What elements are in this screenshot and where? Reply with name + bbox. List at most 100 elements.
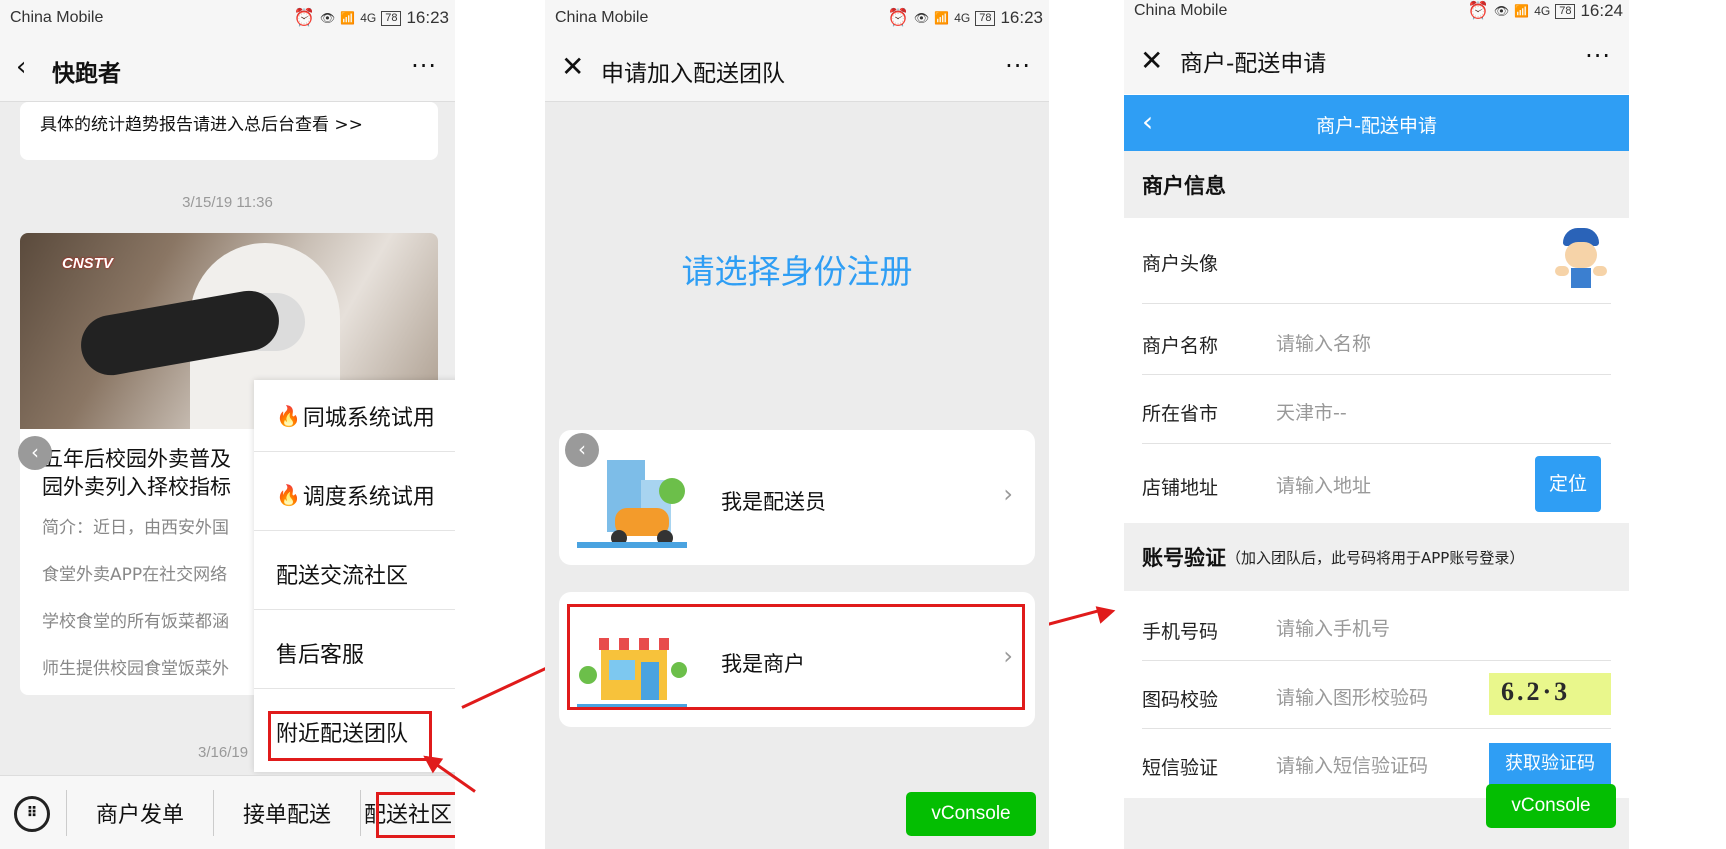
- close-icon[interactable]: ✕: [561, 50, 584, 83]
- option-courier[interactable]: 我是配送员 ›: [559, 430, 1035, 565]
- menu-item-community[interactable]: 配送交流社区: [254, 538, 455, 610]
- captcha-label: 图码校验: [1142, 689, 1219, 711]
- phone-screen-2: China Mobile ⏰ 👁 📶 4G 78 16:23 ✕ 申请加入配送团…: [545, 0, 1049, 849]
- wifi-icon: 📶: [1514, 4, 1530, 18]
- carousel-prev-button[interactable]: ‹: [565, 433, 599, 467]
- more-icon[interactable]: ···: [1005, 52, 1031, 80]
- chevron-right-icon: ›: [1003, 480, 1013, 508]
- row-phone[interactable]: 手机号码 请输入手机号: [1142, 591, 1611, 661]
- fire-icon: 🔥: [276, 403, 301, 428]
- more-icon[interactable]: ···: [1585, 42, 1611, 70]
- menu-item-label: 同城系统试用: [302, 405, 435, 431]
- phone-input[interactable]: 请输入手机号: [1276, 614, 1390, 641]
- page-title: 商户-配送申请: [1180, 51, 1327, 77]
- status-bar: China Mobile ⏰ 👁 📶 4G 78 16:24: [1124, 0, 1629, 26]
- section-merchant-info: 商户信息: [1124, 151, 1629, 218]
- highlight-box-merchant: [567, 604, 1025, 710]
- vconsole-button[interactable]: vConsole: [906, 792, 1036, 836]
- row-city[interactable]: 所在省市 天津市--: [1142, 375, 1611, 444]
- row-address[interactable]: 店铺地址 请输入地址 定位: [1142, 444, 1611, 523]
- alarm-icon: ⏰: [293, 8, 315, 27]
- highlight-box-nearby-team: [268, 711, 432, 761]
- clock: 16:23: [1000, 8, 1043, 27]
- carrier-label: China Mobile: [1134, 2, 1228, 19]
- carousel-prev-button[interactable]: ‹: [18, 436, 52, 470]
- section-note: （加入团队后，此号码将用于APP账号登录）: [1226, 548, 1525, 567]
- cnstv-logo: CNSTV: [62, 255, 113, 272]
- fire-icon: 🔥: [276, 482, 301, 507]
- header-title: 商户-配送申请: [1316, 115, 1437, 137]
- city-label: 所在省市: [1142, 403, 1219, 425]
- option-label: 我是配送员: [721, 490, 826, 514]
- navigation-bar: ✕ 商户-配送申请 ···: [1124, 26, 1629, 94]
- article-line-3: 学校食堂的所有饭菜都涵: [42, 612, 229, 632]
- highlight-box-community-tab: [376, 792, 455, 838]
- timestamp: 3/15/19 11:36: [182, 194, 273, 211]
- vconsole-button[interactable]: vConsole: [1486, 784, 1616, 828]
- stats-card[interactable]: 具体的统计趋势报告请进入总后台查看 >>: [20, 102, 438, 160]
- menu-item-dispatch-trial[interactable]: 🔥 调度系统试用: [254, 459, 455, 531]
- page-title: 申请加入配送团队: [601, 61, 785, 87]
- article-title: 五年后校园外卖普及 园外卖列入择校指标: [42, 447, 231, 499]
- section-title: 账号验证: [1142, 546, 1226, 570]
- avatar-label: 商户头像: [1142, 253, 1219, 275]
- clock: 16:24: [1580, 1, 1623, 20]
- address-input[interactable]: 请输入地址: [1276, 471, 1371, 498]
- get-code-button[interactable]: 获取验证码: [1489, 743, 1611, 785]
- row-avatar[interactable]: 商户头像: [1142, 218, 1611, 304]
- wifi-icon: 📶: [934, 11, 950, 25]
- article-line-1: 简介：近日，由西安外国: [42, 518, 229, 538]
- phone-screen-3: China Mobile ⏰ 👁 📶 4G 78 16:24 ✕ 商户-配送申请…: [1124, 0, 1629, 849]
- eye-icon: 👁: [320, 11, 336, 25]
- timestamp-2: 3/16/19: [198, 744, 249, 761]
- status-bar: China Mobile ⏰ 👁 📶 4G 78 16:23: [545, 0, 1049, 36]
- signal-label: 4G: [360, 11, 377, 25]
- name-label: 商户名称: [1142, 335, 1219, 357]
- menu-item-support[interactable]: 售后客服: [254, 617, 455, 689]
- menu-item-city-trial[interactable]: 🔥 同城系统试用: [254, 380, 455, 452]
- page-title: 快跑者: [52, 61, 121, 87]
- eye-icon: 👁: [1494, 4, 1510, 18]
- captcha-text: 6.2·3: [1501, 677, 1571, 706]
- city-select[interactable]: 天津市--: [1276, 398, 1347, 425]
- app-header: ‹ 商户-配送申请: [1124, 95, 1629, 151]
- navigation-bar: ✕ 申请加入配送团队 ···: [545, 36, 1049, 102]
- battery-icon: 78: [1555, 3, 1576, 19]
- alarm-icon: ⏰: [1467, 1, 1489, 20]
- row-merchant-name[interactable]: 商户名称 请输入名称: [1142, 305, 1611, 375]
- locate-button[interactable]: 定位: [1535, 456, 1601, 512]
- name-input[interactable]: 请输入名称: [1276, 329, 1371, 356]
- captcha-input[interactable]: 请输入图形校验码: [1276, 683, 1428, 710]
- sms-input[interactable]: 请输入短信验证码: [1276, 751, 1428, 778]
- carrier-label: China Mobile: [555, 9, 649, 26]
- phone-screen-1: China Mobile ⏰ 👁 📶 4G 78 16:23 ‹ 快跑者 ···…: [0, 0, 455, 849]
- tab-accept-delivery[interactable]: 接单配送: [214, 776, 360, 849]
- annotation-arrow-line: [1039, 608, 1104, 628]
- signal-label: 4G: [954, 11, 971, 25]
- clock: 16:23: [406, 8, 449, 27]
- back-icon[interactable]: ‹: [16, 52, 26, 82]
- annotation-arrow-head: [1095, 601, 1118, 624]
- captcha-image[interactable]: 6.2·3: [1489, 673, 1611, 715]
- menu-item-label: 配送交流社区: [276, 563, 409, 589]
- avatar[interactable]: [1551, 228, 1611, 294]
- stats-card-text: 具体的统计趋势报告请进入总后台查看 >>: [40, 115, 363, 135]
- section-account-verify: 账号验证 （加入团队后，此号码将用于APP账号登录）: [1124, 523, 1629, 591]
- keyboard-icon[interactable]: ⠿: [14, 796, 50, 832]
- courier-illustration: [577, 460, 687, 550]
- alarm-icon: ⏰: [887, 8, 909, 27]
- carrier-label: China Mobile: [10, 9, 104, 26]
- navigation-bar: ‹ 快跑者 ···: [0, 36, 455, 102]
- status-bar: China Mobile ⏰ 👁 📶 4G 78 16:23: [0, 0, 455, 36]
- register-heading: 请选择身份注册: [681, 252, 913, 291]
- row-captcha[interactable]: 图码校验 请输入图形校验码 6.2·3: [1142, 661, 1611, 729]
- more-icon[interactable]: ···: [411, 52, 437, 80]
- address-label: 店铺地址: [1142, 477, 1219, 499]
- close-icon[interactable]: ✕: [1140, 44, 1163, 77]
- sms-label: 短信验证: [1142, 757, 1219, 779]
- signal-label: 4G: [1534, 4, 1551, 18]
- tab-merchant-order[interactable]: 商户发单: [67, 776, 213, 849]
- battery-icon: 78: [975, 10, 996, 26]
- wifi-icon: 📶: [340, 11, 356, 25]
- battery-icon: 78: [381, 10, 402, 26]
